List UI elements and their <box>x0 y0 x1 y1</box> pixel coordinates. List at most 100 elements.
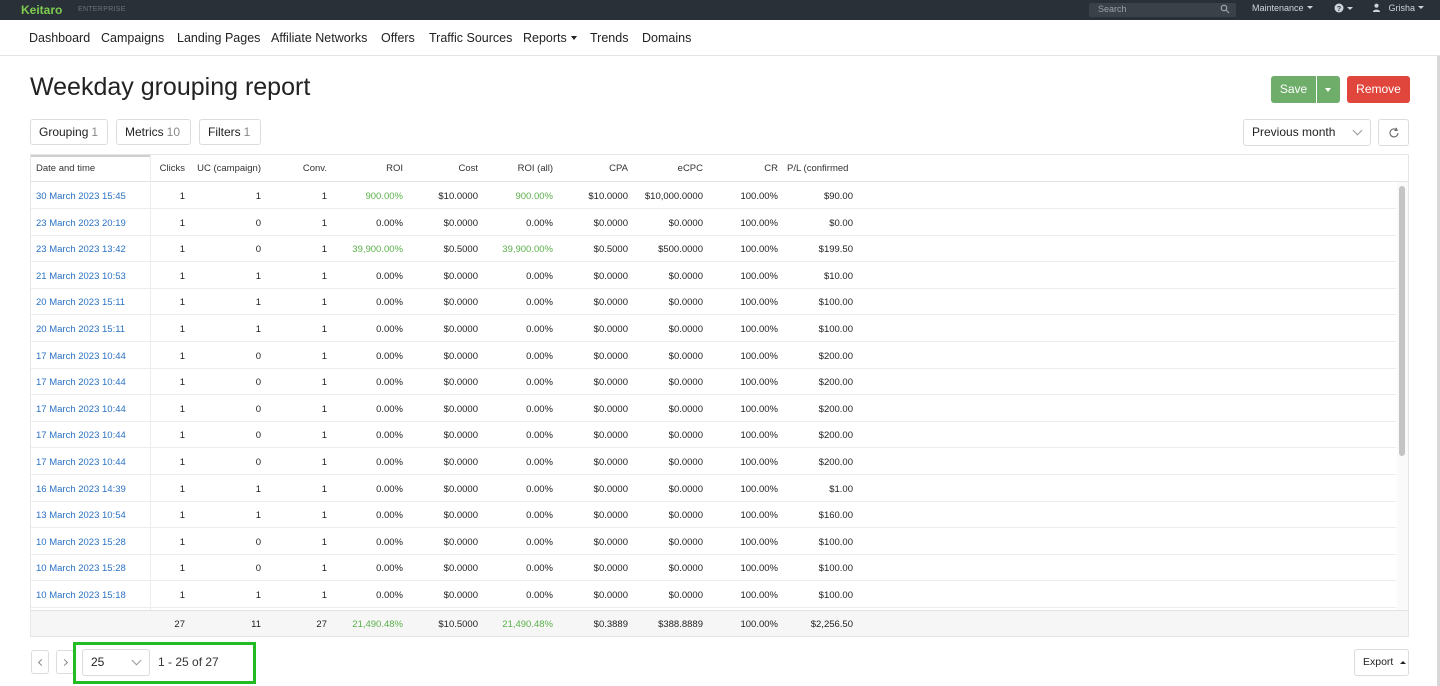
nav-domains[interactable]: Domains <box>642 31 691 45</box>
cpa-cell: $0.0000 <box>593 536 628 548</box>
conv-cell: 1 <box>321 430 327 442</box>
conv-cell: 1 <box>321 324 327 335</box>
date-cell[interactable]: 20 March 2023 15:11 <box>36 324 125 335</box>
uc-cell: 1 <box>255 270 261 282</box>
column-header[interactable]: CPA <box>558 163 628 174</box>
conv-cell: 1 <box>321 590 327 601</box>
table-row[interactable]: 10 March 2023 15:28 1 0 1 0.00% $0.0000 0.00% $… <box>31 528 1396 555</box>
date-cell[interactable]: 17 March 2023 10:44 <box>36 457 126 468</box>
cr-cell: 100.00% <box>740 297 778 309</box>
table-row[interactable]: 21 March 2023 10:53 1 1 1 0.00% $0.0000 0.00% $… <box>31 262 1396 289</box>
nav-reports[interactable]: Reports <box>523 31 577 45</box>
date-cell[interactable]: 17 March 2023 10:44 <box>36 377 126 388</box>
date-cell[interactable]: 17 March 2023 10:44 <box>36 351 126 362</box>
table-row[interactable]: 23 March 2023 13:42 1 0 1 39,900.00% $0.5000 3… <box>31 235 1396 263</box>
conv-cell: 1 <box>321 457 327 468</box>
scrollbar-thumb[interactable] <box>1399 186 1405 456</box>
remove-button[interactable]: Remove <box>1347 76 1410 103</box>
date-cell[interactable]: 30 March 2023 15:45 <box>36 191 126 202</box>
table-row[interactable]: 10 March 2023 15:28 1 0 1 0.00% $0.0000 0.00% $… <box>31 554 1396 582</box>
column-header[interactable]: CR <box>708 163 778 174</box>
date-cell[interactable]: 10 March 2023 15:28 <box>36 537 126 548</box>
column-header[interactable]: P/L (confirmed <box>787 163 848 174</box>
column-header[interactable]: Cost <box>408 163 478 174</box>
grouping-button[interactable]: Grouping 1 <box>30 119 108 145</box>
nav-dashboard[interactable]: Dashboard <box>29 31 90 45</box>
period-select[interactable]: Previous month <box>1243 119 1371 146</box>
date-cell[interactable]: 21 March 2023 10:53 <box>36 271 126 282</box>
cost-cell: $0.0000 <box>443 483 478 495</box>
refresh-button[interactable] <box>1378 119 1409 146</box>
maintenance-menu[interactable]: Maintenance <box>1252 3 1313 13</box>
pl-cell: $200.00 <box>818 457 853 468</box>
column-header[interactable]: ROI <box>333 163 403 174</box>
clicks-cell: 1 <box>179 483 185 495</box>
table-scrollbar[interactable] <box>1397 182 1408 610</box>
save-options-button[interactable] <box>1317 76 1340 103</box>
date-cell[interactable]: 10 March 2023 15:28 <box>36 563 126 574</box>
date-cell[interactable]: 23 March 2023 13:42 <box>36 244 126 255</box>
app-logo[interactable]: Keitaro <box>21 3 62 17</box>
next-page-button[interactable] <box>56 650 74 674</box>
table-row[interactable]: 20 March 2023 15:11 1 1 1 0.00% $0.0000 0.00% $… <box>31 288 1396 316</box>
table-row[interactable]: 23 March 2023 20:19 1 0 1 0.00% $0.0000 0.00% $… <box>31 209 1396 236</box>
table-totals-row: 27 11 27 21,490.48% $10.5000 21,490.48% $0.388… <box>31 610 1408 636</box>
nav-landing-pages[interactable]: Landing Pages <box>177 31 260 45</box>
cr-cell: 100.00% <box>740 590 778 601</box>
table-row[interactable]: 17 March 2023 10:44 1 0 1 0.00% $0.0000 0.00% $… <box>31 342 1396 369</box>
table-row[interactable]: 10 March 2023 15:18 1 1 1 0.00% $0.0000 0.00% $… <box>31 581 1396 608</box>
column-header[interactable]: Conv. <box>277 163 327 174</box>
roi-cell: 0.00% <box>376 350 403 362</box>
clicks-cell: 1 <box>179 191 185 202</box>
date-cell[interactable]: 20 March 2023 15:11 <box>36 297 125 308</box>
date-cell[interactable]: 23 March 2023 20:19 <box>36 218 126 229</box>
cpa-cell: $0.0000 <box>593 377 628 389</box>
nav-offers[interactable]: Offers <box>381 31 415 45</box>
column-header[interactable]: eCPC <box>628 163 703 174</box>
save-button[interactable]: Save <box>1271 76 1316 103</box>
cr-cell: 100.00% <box>740 536 778 548</box>
table-row[interactable]: 17 March 2023 10:44 1 0 1 0.00% $0.0000 0.00% $… <box>31 448 1396 475</box>
uc-cell: 0 <box>255 536 261 548</box>
search-input[interactable]: Search <box>1089 3 1236 17</box>
roi-cell: 0.00% <box>376 297 403 309</box>
cr-cell: 100.00% <box>740 510 778 522</box>
table-row[interactable]: 17 March 2023 10:44 1 0 1 0.00% $0.0000 0.00% $… <box>31 421 1396 449</box>
table-row[interactable]: 13 March 2023 10:54 1 1 1 0.00% $0.0000 0.00% $… <box>31 501 1396 529</box>
table-row[interactable]: 30 March 2023 15:45 1 1 1 900.00% $10.0000 900… <box>31 182 1396 209</box>
date-cell[interactable]: 13 March 2023 10:54 <box>36 510 126 521</box>
cr-cell: 100.00% <box>740 377 778 389</box>
table-row[interactable]: 17 March 2023 10:44 1 0 1 0.00% $0.0000 0.00% $… <box>31 368 1396 396</box>
table-row[interactable]: 16 March 2023 14:39 1 1 1 0.00% $0.0000 0.00% $… <box>31 475 1396 502</box>
date-cell[interactable]: 10 March 2023 15:18 <box>36 590 126 601</box>
table-row[interactable]: 17 March 2023 10:44 1 0 1 0.00% $0.0000 0.00% $… <box>31 395 1396 422</box>
date-cell[interactable]: 17 March 2023 10:44 <box>36 430 126 441</box>
table-row[interactable]: 20 March 2023 15:11 1 1 1 0.00% $0.0000 0.00% $… <box>31 315 1396 342</box>
prev-page-button[interactable] <box>31 650 49 674</box>
export-button[interactable]: Export <box>1354 649 1409 676</box>
total-uc-cell: 11 <box>251 619 261 630</box>
column-header[interactable]: ROI (all) <box>483 163 553 174</box>
nav-trends[interactable]: Trends <box>590 31 628 45</box>
total-pl-cell: $2,256.50 <box>810 619 853 630</box>
user-menu[interactable]: Grisha <box>1372 3 1425 13</box>
cr-cell: 100.00% <box>740 350 778 362</box>
cpa-cell: $0.0000 <box>593 350 628 362</box>
roi-all-cell: 900.00% <box>515 191 553 202</box>
grouping-count: 1 <box>91 125 99 139</box>
conv-cell: 1 <box>321 536 327 548</box>
filters-button[interactable]: Filters 1 <box>199 119 261 145</box>
nav-affiliate-networks[interactable]: Affiliate Networks <box>271 31 367 45</box>
cost-cell: $0.0000 <box>443 350 478 362</box>
ecpc-cell: $0.0000 <box>668 536 703 548</box>
column-header[interactable]: Clicks <box>135 163 185 174</box>
column-header[interactable]: Date and time <box>36 163 95 174</box>
roi-all-cell: 39,900.00% <box>502 244 553 256</box>
date-cell[interactable]: 17 March 2023 10:44 <box>36 404 126 415</box>
column-header[interactable]: UC (campaign) <box>181 163 261 174</box>
nav-campaigns[interactable]: Campaigns <box>101 31 164 45</box>
date-cell[interactable]: 16 March 2023 14:39 <box>36 484 126 495</box>
nav-traffic-sources[interactable]: Traffic Sources <box>429 31 512 45</box>
metrics-button[interactable]: Metrics 10 <box>116 119 191 145</box>
help-menu[interactable]: ? <box>1334 3 1353 14</box>
